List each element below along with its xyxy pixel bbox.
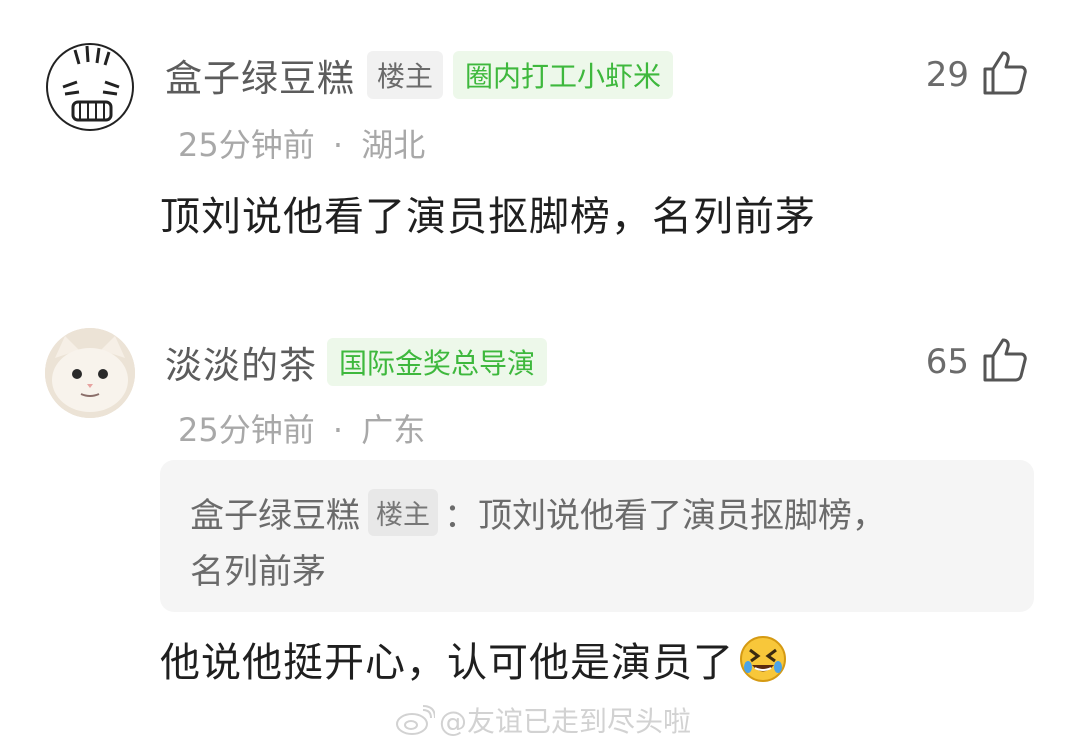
quote-line-1: 盒子绿豆糕 楼主 ： 顶刘说他看了演员抠脚榜， xyxy=(190,488,886,537)
like-count: 29 xyxy=(925,55,969,95)
thumbs-up-icon xyxy=(981,49,1029,101)
name-row: 盒子绿豆糕 楼主 圈内打工小虾米 xyxy=(165,48,674,102)
quoted-reply[interactable]: 盒子绿豆糕 楼主 ： 顶刘说他看了演员抠脚榜， 名列前茅 xyxy=(160,460,1034,612)
comment-2: 淡淡的茶 国际金奖总导演 65 25分钟前 · 广东 盒子绿豆糕 楼主 ： 顶刘… xyxy=(0,300,1079,700)
comment-text: 他说他挺开心，认可他是演员了 xyxy=(160,640,734,686)
quote-text-line2: 名列前茅 xyxy=(190,552,326,592)
rofl-emoji-icon xyxy=(738,634,788,684)
location: 湖北 xyxy=(361,126,426,164)
timestamp: 25分钟前 xyxy=(178,126,315,164)
comment-1: 盒子绿豆糕 楼主 圈内打工小虾米 29 25分钟前 · 湖北 顶刘说他看了演员抠… xyxy=(0,0,1079,290)
meta-separator: · xyxy=(332,126,344,164)
comment-meta: 25分钟前 · 广东 xyxy=(178,405,425,451)
avatar-cartoon-face-icon[interactable] xyxy=(45,42,135,132)
comment-text-row: 他说他挺开心，认可他是演员了 xyxy=(160,630,788,688)
name-row: 淡淡的茶 国际金奖总导演 xyxy=(165,335,548,389)
username[interactable]: 淡淡的茶 xyxy=(165,335,317,389)
title-badge: 国际金奖总导演 xyxy=(327,338,548,386)
location: 广东 xyxy=(361,411,426,449)
like-button[interactable]: 65 xyxy=(926,337,1029,387)
quote-text-line1: 顶刘说他看了演员抠脚榜， xyxy=(478,496,886,536)
username[interactable]: 盒子绿豆糕 xyxy=(165,48,355,102)
weibo-icon xyxy=(395,704,435,736)
watermark: @友谊已走到尽头啦 xyxy=(395,700,691,740)
quote-op-badge: 楼主 xyxy=(368,489,438,536)
comment-text: 顶刘说他看了演员抠脚榜，名列前茅 xyxy=(160,194,816,240)
op-badge: 楼主 xyxy=(367,51,444,99)
comment-meta: 25分钟前 · 湖北 xyxy=(178,120,425,166)
like-button[interactable]: 29 xyxy=(926,50,1029,100)
title-badge: 圈内打工小虾米 xyxy=(453,51,674,99)
timestamp: 25分钟前 xyxy=(178,411,315,449)
quote-line-2: 名列前茅 xyxy=(190,544,326,593)
watermark-text: @友谊已走到尽头啦 xyxy=(439,705,692,738)
quote-colon: ： xyxy=(444,496,478,536)
thumbs-up-icon xyxy=(981,336,1029,388)
quote-username: 盒子绿豆糕 xyxy=(190,496,360,536)
like-count: 65 xyxy=(925,342,969,382)
avatar-cat-avatar-icon[interactable] xyxy=(45,328,135,418)
meta-separator: · xyxy=(332,411,344,449)
